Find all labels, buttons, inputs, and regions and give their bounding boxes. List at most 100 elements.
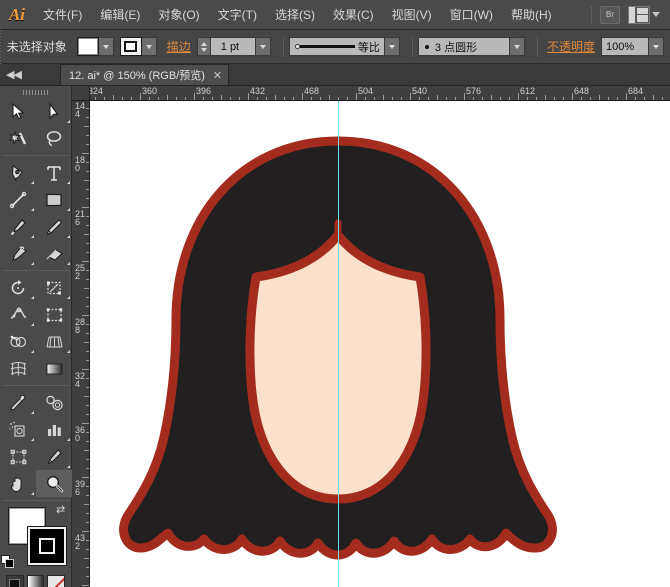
fill-dropdown-button[interactable] [99,37,114,56]
stroke-weight-stepper[interactable] [197,37,210,56]
toolbox-grip[interactable] [0,86,71,98]
artwork-girl-head[interactable] [90,101,670,587]
brush-definition-select[interactable]: 3 点圆形 [418,37,510,56]
ruler-h-tick [203,97,204,100]
tool-perspective-grid[interactable] [36,328,72,355]
opacity-dropdown-button[interactable] [649,37,664,56]
vertical-ruler[interactable]: 144180216252288324360396432468 [72,101,90,587]
ruler-v-tick [86,279,89,280]
ruler-v-tick [86,270,89,271]
menu-item-object[interactable]: 对象(O) [149,0,208,30]
tool-pencil[interactable] [36,213,72,240]
tool-paintbrush[interactable] [0,213,36,240]
tool-hand[interactable] [0,470,36,497]
menu-item-window[interactable]: 窗口(W) [441,0,502,30]
tool-blend[interactable] [36,389,72,416]
ruler-corner[interactable] [72,86,90,101]
swap-fill-stroke-icon[interactable]: ⇄ [56,505,70,519]
stroke-weight-group[interactable]: 1 pt [197,37,271,56]
chevron-down-icon[interactable] [652,12,660,17]
tool-column-graph[interactable] [36,416,72,443]
default-fill-stroke-icon[interactable] [1,555,15,569]
stroke-weight-dropdown-button[interactable] [256,37,271,56]
arrange-documents-icon[interactable] [628,6,650,24]
tool-pen[interactable] [0,159,36,186]
tool-shape-builder[interactable] [0,328,36,355]
tool-mesh[interactable] [0,355,36,382]
tool-type[interactable] [36,159,72,186]
control-bar-grip[interactable] [0,30,1,64]
menu-item-effect[interactable]: 效果(C) [324,0,383,30]
fill-swatch[interactable] [77,37,99,56]
tool-zoom[interactable] [36,470,72,497]
stroke-weight-input[interactable]: 1 pt [210,37,256,56]
tool-scale[interactable] [36,274,72,301]
menu-item-view[interactable]: 视图(V) [383,0,441,30]
width-profile-dropdown-button[interactable] [385,37,400,56]
gradient-button[interactable] [27,575,45,587]
document-tab[interactable]: 12. ai* @ 150% (RGB/预览) ✕ [60,64,229,85]
ruler-h-tick [302,93,303,100]
tool-magic-wand[interactable] [0,125,36,152]
opacity-group[interactable]: 100% [601,37,664,56]
stroke-color-box[interactable] [28,527,66,565]
ruler-h-tick [626,93,627,100]
tool-line-segment[interactable] [0,186,36,213]
ruler-v-tick [84,504,89,505]
tool-free-transform[interactable] [36,301,72,328]
tool-flyout-indicator [31,492,34,495]
horizontal-ruler[interactable]: 324360396432468504540576612648684 [72,86,670,101]
tool-gradient[interactable] [36,355,72,382]
tool-artboard[interactable] [0,443,36,470]
tool-lasso[interactable] [36,125,72,152]
brush-definition-dropdown-button[interactable] [510,37,525,56]
fill-swatch-group[interactable] [77,37,114,56]
vertical-guide[interactable] [338,101,339,587]
opacity-label-link[interactable]: 不透明度 [547,38,595,55]
ruler-h-tick [185,97,186,100]
width-profile-group[interactable]: 等比 [289,37,400,56]
ruler-h-tick [230,97,231,100]
menu-item-edit[interactable]: 编辑(E) [91,0,149,30]
menu-item-select[interactable]: 选择(S) [266,0,324,30]
tool-width[interactable] [0,301,36,328]
ruler-h-tick [437,95,438,100]
ruler-h-label: 396 [196,86,211,96]
ruler-v-tick [86,549,89,550]
tool-eyedropper[interactable] [0,389,36,416]
ruler-h-tick [644,97,645,100]
none-button[interactable] [47,575,65,587]
ruler-v-tick [82,261,89,262]
ruler-h-tick [428,97,429,100]
tool-flyout-indicator [67,181,70,184]
tool-rectangle[interactable] [36,186,72,213]
opacity-input[interactable]: 100% [601,37,649,56]
tool-slice[interactable] [36,443,72,470]
tool-blob-brush[interactable] [0,240,36,267]
stroke-label-link[interactable]: 描边 [167,38,191,55]
menu-item-file[interactable]: 文件(F) [34,0,91,30]
brush-definition-group[interactable]: 3 点圆形 [418,37,525,56]
stroke-dropdown-button[interactable] [142,37,157,56]
menubar-divider [591,6,592,24]
bridge-icon[interactable]: Br [600,6,620,24]
tool-selection[interactable] [0,98,36,125]
panel-collapse-icon[interactable]: ◀◀ [0,63,60,85]
tool-rotate[interactable] [0,274,36,301]
close-icon[interactable]: ✕ [213,69,222,82]
stroke-swatch-group[interactable] [120,37,157,56]
tool-eraser[interactable] [36,240,72,267]
tool-flyout-indicator [31,262,34,265]
tool-direct-selection[interactable] [36,98,72,125]
document-tab-bar: ◀◀ 12. ai* @ 150% (RGB/预览) ✕ [0,64,670,86]
canvas-artboard[interactable] [90,101,670,587]
menu-item-help[interactable]: 帮助(H) [502,0,561,30]
ruler-h-tick [365,97,366,100]
menu-item-type[interactable]: 文字(T) [209,0,266,30]
ruler-v-label: 360 [75,426,87,442]
ruler-v-tick [82,153,89,154]
color-button[interactable] [6,575,24,587]
tool-symbol-sprayer[interactable] [0,416,36,443]
width-profile-select[interactable]: 等比 [289,37,385,56]
stroke-swatch[interactable] [120,37,142,56]
